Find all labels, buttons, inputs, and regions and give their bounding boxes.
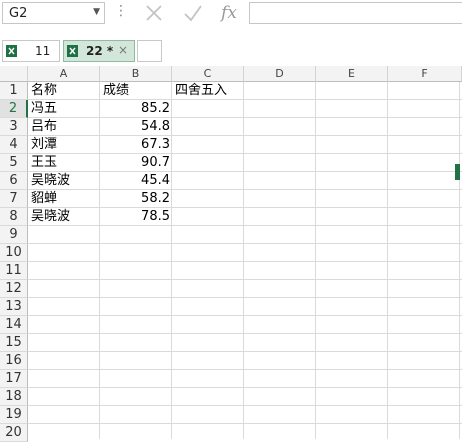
row-header-16[interactable]: 16 (0, 352, 28, 370)
cell-area[interactable]: 名称 成绩 四舍五入 冯五 85.2 吕布 54.8 刘潭 67.3 王玉 90… (28, 82, 462, 439)
row-header-10[interactable]: 10 (0, 244, 28, 262)
row-header-11[interactable]: 11 (0, 262, 28, 280)
column-header-f[interactable]: F (388, 66, 462, 82)
formula-bar: G2 ▼ ⋮ fx (0, 0, 462, 28)
select-all-corner[interactable] (0, 66, 28, 82)
cell-b1[interactable]: 成绩 (103, 82, 129, 100)
row-header-19[interactable]: 19 (0, 406, 28, 424)
row-header-1[interactable]: 1 (0, 82, 28, 100)
row-header-13[interactable]: 13 (0, 298, 28, 316)
row-header-7[interactable]: 7 (0, 190, 28, 208)
cell-b5[interactable]: 90.7 (100, 154, 170, 172)
row-header-5[interactable]: 5 (0, 154, 28, 172)
spreadsheet-grid: A B C D E F 1 2 3 4 5 6 7 8 9 10 11 12 1… (0, 66, 462, 442)
column-header-d[interactable]: D (244, 66, 316, 82)
row-header-6[interactable]: 6 (0, 172, 28, 190)
cell-c1[interactable]: 四舍五入 (175, 82, 227, 100)
cell-a4[interactable]: 刘潭 (31, 136, 57, 154)
row-header-3[interactable]: 3 (0, 118, 28, 136)
cell-a2[interactable]: 冯五 (31, 100, 57, 118)
cell-b8[interactable]: 78.5 (100, 208, 170, 226)
active-cell-edge (455, 164, 460, 180)
excel-file-icon (6, 45, 17, 57)
column-header-e[interactable]: E (316, 66, 388, 82)
cell-a1[interactable]: 名称 (31, 82, 57, 100)
row-header-8[interactable]: 8 (0, 208, 28, 226)
row-header-12[interactable]: 12 (0, 280, 28, 298)
row-header-4[interactable]: 4 (0, 136, 28, 154)
formula-input[interactable] (249, 2, 462, 24)
cell-b6[interactable]: 45.4 (100, 172, 170, 190)
formula-bar-grip-icon: ⋮ (114, 3, 128, 19)
cell-a6[interactable]: 吴晓波 (31, 172, 70, 190)
row-header-17[interactable]: 17 (0, 370, 28, 388)
cancel-x-icon[interactable] (141, 3, 167, 25)
workbook-tab-strip: 11 22 * × (0, 38, 462, 66)
name-box[interactable]: G2 ▼ (2, 2, 105, 24)
name-box-value: G2 (9, 6, 28, 21)
workbook-tab-11[interactable]: 11 (2, 40, 60, 62)
row-header-9[interactable]: 9 (0, 226, 28, 244)
cell-a8[interactable]: 吴晓波 (31, 208, 70, 226)
close-tab-icon[interactable]: × (118, 43, 128, 57)
workbook-tab-22[interactable]: 22 * × (63, 40, 135, 62)
column-header-c[interactable]: C (172, 66, 244, 82)
column-header-b[interactable]: B (100, 66, 172, 82)
cell-b3[interactable]: 54.8 (100, 118, 170, 136)
cell-b7[interactable]: 58.2 (100, 190, 170, 208)
cell-a5[interactable]: 王玉 (31, 154, 57, 172)
row-header-14[interactable]: 14 (0, 316, 28, 334)
insert-function-icon[interactable]: fx (216, 3, 242, 25)
row-header-15[interactable]: 15 (0, 334, 28, 352)
enter-check-icon[interactable] (180, 3, 206, 25)
excel-file-icon (67, 45, 78, 57)
column-header-a[interactable]: A (28, 66, 100, 82)
cell-a3[interactable]: 吕布 (31, 118, 57, 136)
row-header-2[interactable]: 2 (0, 100, 28, 118)
row-header-18[interactable]: 18 (0, 388, 28, 406)
tab-label: 11 (35, 44, 51, 58)
new-workbook-tab[interactable] (137, 40, 162, 62)
cell-b4[interactable]: 67.3 (100, 136, 170, 154)
dropdown-arrow-icon[interactable]: ▼ (93, 7, 100, 17)
cell-b2[interactable]: 85.2 (100, 100, 170, 118)
cell-a7[interactable]: 貂蝉 (31, 190, 57, 208)
tab-label: 22 * (86, 44, 114, 58)
row-header-20[interactable]: 20 (0, 424, 28, 442)
